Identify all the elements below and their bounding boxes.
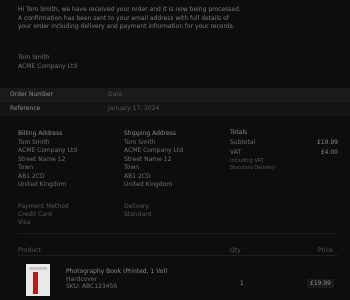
billing-title: Billing Address xyxy=(18,130,63,137)
tax-label: VAT xyxy=(230,149,242,156)
billing-line: Tom Smith xyxy=(18,138,50,146)
payment-method: Payment Method Credit Card Visa xyxy=(18,203,69,227)
tax-value: £4.00 xyxy=(320,149,338,156)
thumbnail-stripe xyxy=(33,272,38,294)
shipping-line: United Kingdom xyxy=(124,181,173,188)
delivery-label: Delivery xyxy=(124,203,149,210)
product-title[interactable]: Photography Book (Printed, 1 Vol) xyxy=(66,268,167,276)
items-header-product: Product xyxy=(18,247,41,254)
payment-label: Payment Method xyxy=(18,203,69,210)
product-thumbnail[interactable] xyxy=(26,264,50,296)
product-qty: 1 xyxy=(240,280,244,287)
order-number-label: Order Number xyxy=(10,91,54,98)
summary-tax-row: VAT £4.00 xyxy=(230,148,338,158)
shipping-line: ACME Company Ltd xyxy=(124,147,184,154)
shipping-line: Street Name 12 xyxy=(124,155,172,163)
shipping-title: Shipping Address xyxy=(124,130,176,137)
billing-line: Town xyxy=(18,164,34,171)
shipping-line: Tom Smith xyxy=(124,138,156,146)
delivery-value: Standard xyxy=(124,211,152,218)
items-header-rule xyxy=(18,255,338,256)
summary-note: Standard Delivery xyxy=(230,165,276,171)
items-header: Product Qty Price xyxy=(0,245,350,256)
intro-line: Hi Tom Smith, we have received your orde… xyxy=(18,6,241,13)
items-header-qty: Qty xyxy=(230,247,241,254)
order-date: January 17, 2024 xyxy=(108,105,160,112)
shipping-line: AB1 2CD xyxy=(124,172,151,180)
items-header-price: Price xyxy=(318,247,333,254)
contact-org: ACME Company Ltd xyxy=(18,62,78,70)
billing-line: United Kingdom xyxy=(18,181,67,188)
order-summary: Totals Subtotal £19.99 VAT £4.00 Includi… xyxy=(230,128,338,172)
table-row[interactable]: Photography Book (Printed, 1 Vol) Hardco… xyxy=(18,262,338,300)
product-price: £19.99 xyxy=(307,279,334,288)
thumbnail-cap xyxy=(29,267,47,270)
subtotal-label: Subtotal xyxy=(230,139,256,146)
order-info-band: Order Number Date Reference January 17, … xyxy=(0,88,350,116)
payment-value: Visa xyxy=(18,219,31,226)
product-details: Photography Book (Printed, 1 Vol) Hardco… xyxy=(66,268,167,291)
product-sku: SKU: ABC123456 xyxy=(66,283,118,290)
intro-line: A confirmation has been sent to your ema… xyxy=(18,14,229,22)
order-number: Reference xyxy=(10,105,41,112)
intro-line: your order including delivery and paymen… xyxy=(18,23,235,30)
order-date-label: Date xyxy=(108,91,123,98)
contact-name: Tom Smith xyxy=(18,54,50,61)
summary-subtotal-row: Subtotal £19.99 xyxy=(230,138,338,148)
subtotal-value: £19.99 xyxy=(317,139,338,146)
intro-message: Hi Tom Smith, we have received your orde… xyxy=(18,6,336,32)
payment-value: Credit Card xyxy=(18,211,52,218)
billing-line: ACME Company Ltd xyxy=(18,147,78,154)
delivery-method: Delivery Standard xyxy=(124,203,151,219)
billing-address: Billing Address Tom Smith ACME Company L… xyxy=(18,130,77,190)
shipping-line: Town xyxy=(124,164,140,171)
product-subtitle: Hardcover xyxy=(66,275,98,283)
section-divider xyxy=(18,233,338,234)
summary-note: Including VAT xyxy=(230,158,264,164)
contact-block: Tom Smith ACME Company Ltd xyxy=(18,54,77,71)
shipping-address: Shipping Address Tom Smith ACME Company … xyxy=(124,130,183,190)
summary-title: Totals xyxy=(230,129,248,136)
billing-line: Street Name 12 xyxy=(18,155,66,163)
billing-line: AB1 2CD xyxy=(18,172,45,180)
